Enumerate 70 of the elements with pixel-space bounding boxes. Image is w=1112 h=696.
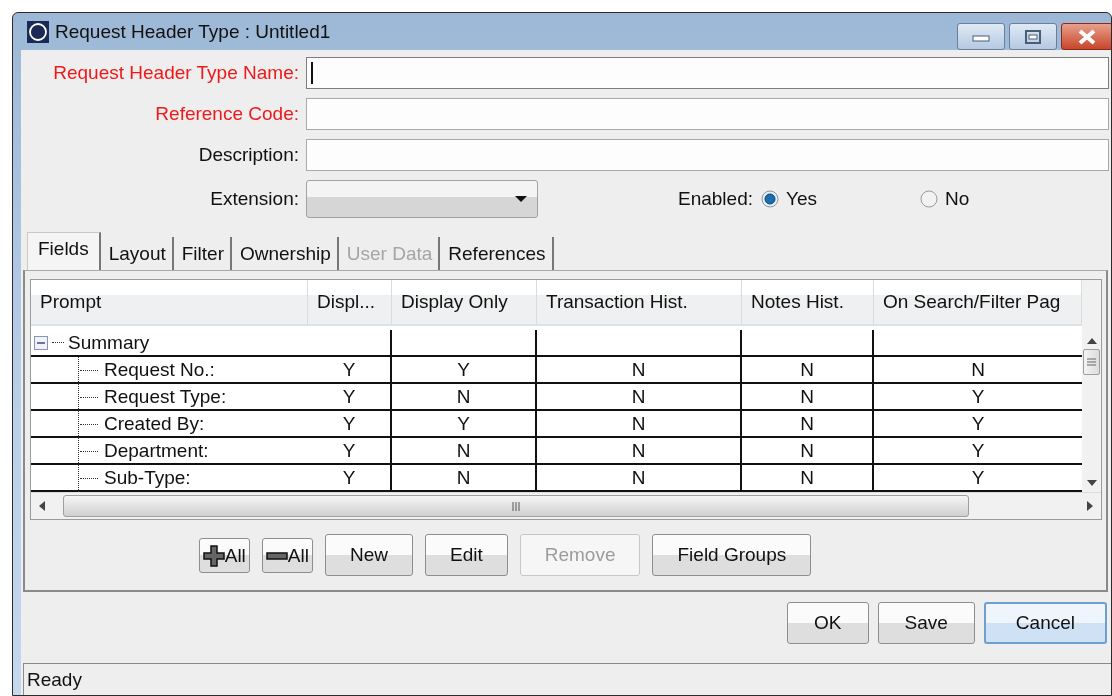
plus-icon bbox=[202, 544, 225, 567]
enabled-label: Enabled: bbox=[678, 188, 753, 210]
button[interactable]: OK bbox=[787, 602, 869, 644]
maximize-button[interactable] bbox=[1009, 23, 1057, 50]
restore-icon bbox=[1025, 29, 1041, 44]
column-header[interactable]: Notes Hist. bbox=[742, 280, 874, 326]
close-button[interactable] bbox=[1061, 23, 1111, 50]
scrollbar-thumb[interactable] bbox=[63, 495, 969, 517]
status-text: Ready bbox=[27, 669, 82, 690]
tree-node-label[interactable]: Request No.: bbox=[31, 357, 308, 384]
vertical-scrollbar[interactable] bbox=[1082, 280, 1101, 492]
tab[interactable]: Fields bbox=[27, 232, 101, 270]
collapse-all-button[interactable]: All bbox=[261, 538, 313, 573]
minimize-button[interactable] bbox=[957, 23, 1005, 50]
field-label: Reference Code: bbox=[154, 103, 299, 125]
button[interactable]: Edit bbox=[425, 534, 508, 576]
field-label: Description: bbox=[197, 144, 299, 166]
close-icon bbox=[1078, 28, 1096, 45]
scrollbar-thumb[interactable] bbox=[1083, 349, 1100, 375]
table-cell: N bbox=[742, 438, 874, 465]
table-cell: N bbox=[742, 411, 874, 438]
table-cell: Y bbox=[308, 357, 392, 384]
app-logo-icon bbox=[27, 20, 49, 43]
tree-node-label[interactable]: Summary bbox=[68, 331, 150, 354]
extension-dropdown[interactable] bbox=[306, 180, 538, 218]
column-header[interactable]: Transaction Hist. bbox=[537, 280, 742, 326]
scroll-up-icon bbox=[1086, 338, 1097, 344]
column-header[interactable]: Displ... bbox=[308, 280, 392, 326]
button[interactable]: New bbox=[324, 534, 413, 576]
table-cell: N bbox=[537, 438, 742, 465]
radio-button[interactable] bbox=[761, 190, 779, 208]
scroll-right-icon bbox=[1087, 501, 1093, 511]
table-cell: N bbox=[742, 384, 874, 411]
expand-all-button[interactable]: All bbox=[198, 538, 250, 573]
window-title: Request Header Type : Untitled1 bbox=[55, 20, 332, 43]
column-header[interactable]: Display Only bbox=[392, 280, 537, 326]
dropdown-caret-icon bbox=[515, 196, 527, 202]
table-cell: N bbox=[537, 384, 742, 411]
table-cell: N bbox=[537, 357, 742, 384]
field-label: Extension: bbox=[209, 188, 299, 210]
table-cell: Y bbox=[308, 384, 392, 411]
radio-button[interactable] bbox=[920, 190, 938, 208]
grip-icon bbox=[1087, 358, 1096, 366]
tree-node-label[interactable]: Department: bbox=[31, 438, 308, 465]
column-header[interactable]: On Search/Filter Pag bbox=[874, 280, 1082, 326]
horizontal-scrollbar[interactable] bbox=[31, 492, 1101, 519]
scroll-left-icon bbox=[39, 501, 45, 511]
scroll-down-icon bbox=[1086, 480, 1097, 486]
table-cell: Y bbox=[308, 411, 392, 438]
table-cell: N bbox=[392, 384, 537, 411]
button[interactable]: Field Groups bbox=[652, 534, 812, 576]
table-cell: Y bbox=[392, 357, 537, 384]
table-cell: Y bbox=[392, 411, 537, 438]
table-cell: N bbox=[392, 438, 537, 465]
radio-label: Yes bbox=[786, 188, 817, 210]
button[interactable]: Save bbox=[877, 602, 975, 644]
table-cell: Y bbox=[308, 438, 392, 465]
text-field[interactable] bbox=[306, 57, 1109, 89]
button[interactable]: Cancel bbox=[983, 602, 1107, 644]
table-cell: N bbox=[537, 411, 742, 438]
table-cell: N bbox=[742, 357, 874, 384]
grip-icon bbox=[512, 501, 520, 511]
tree-node-label[interactable]: Request Type: bbox=[31, 384, 308, 411]
text-field[interactable] bbox=[306, 98, 1109, 130]
field-label: Request Header Type Name: bbox=[52, 62, 299, 84]
collapse-icon[interactable] bbox=[34, 335, 48, 350]
column-header[interactable]: Prompt bbox=[31, 280, 308, 326]
radio-label: No bbox=[945, 188, 970, 210]
tree-node-label[interactable]: Created By: bbox=[31, 411, 308, 438]
text-field[interactable] bbox=[306, 139, 1109, 171]
